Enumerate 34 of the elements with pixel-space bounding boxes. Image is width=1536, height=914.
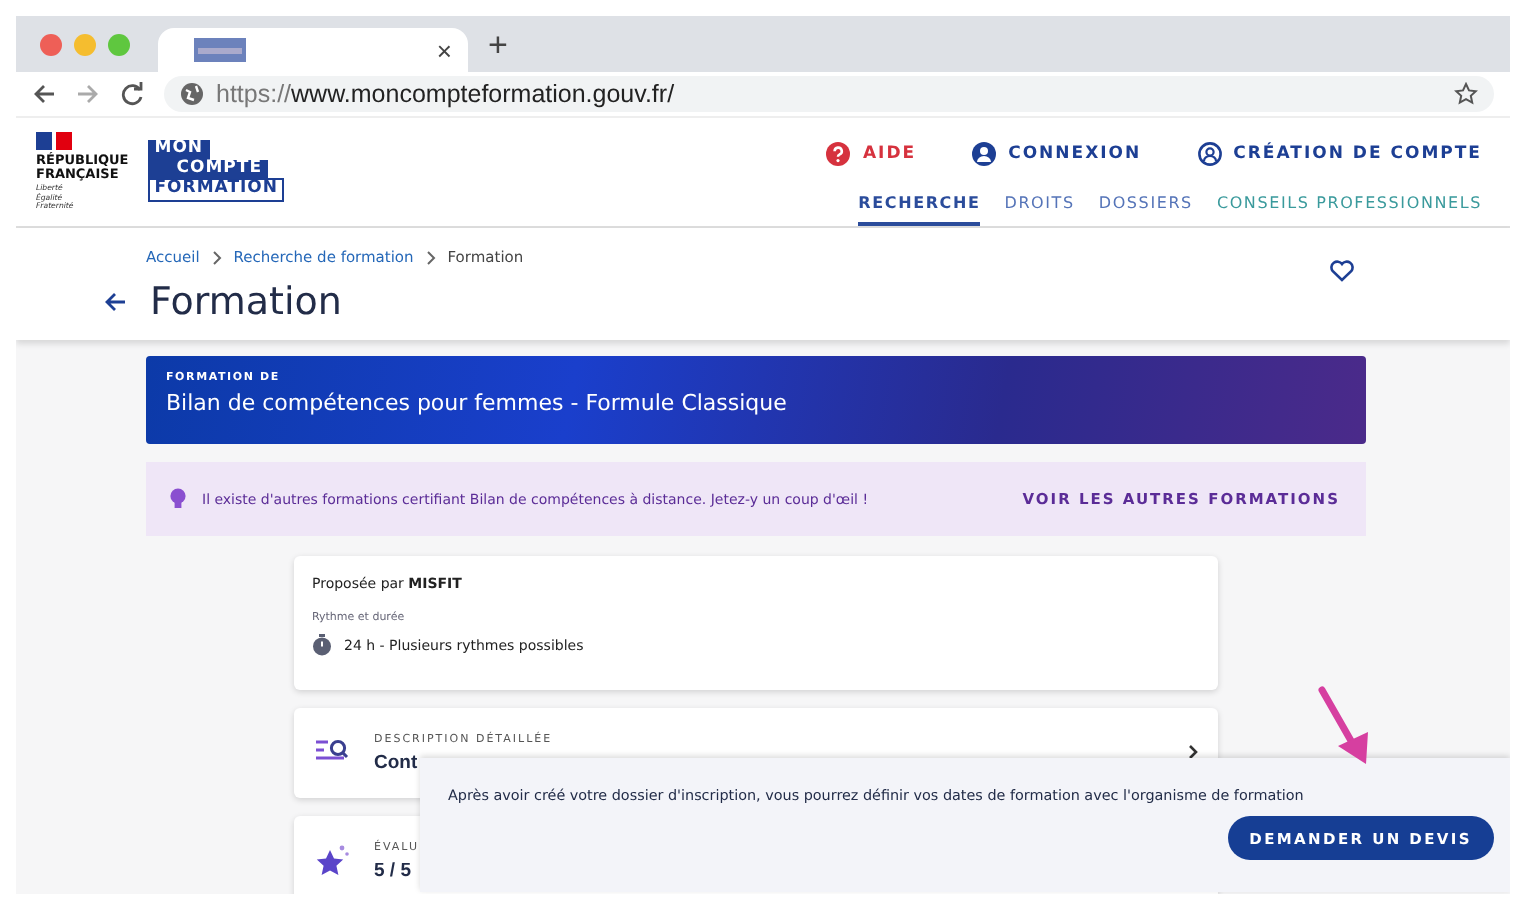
- address-bar[interactable]: https://www.moncompteformation.gouv.fr/: [164, 76, 1494, 112]
- banner-title: Bilan de compétences pour femmes - Formule Classique: [166, 390, 789, 416]
- favicon-icon: [194, 38, 246, 62]
- window-close-icon[interactable]: [40, 33, 62, 55]
- section-value: Cont: [374, 751, 420, 773]
- marianne-flag-icon: [36, 132, 72, 150]
- annotation-arrow-icon: [1316, 686, 1372, 770]
- create-account-link[interactable]: CRÉATION DE COMPTE: [1197, 142, 1482, 166]
- chevron-right-icon: [425, 249, 436, 265]
- stopwatch-icon: [312, 634, 332, 656]
- url-host: www.moncompteformation.gouv.fr/: [291, 80, 675, 108]
- star-icon: [314, 844, 350, 878]
- help-icon: [826, 142, 851, 166]
- back-arrow-icon[interactable]: [104, 292, 126, 312]
- reload-icon[interactable]: [120, 82, 144, 106]
- brand-logo[interactable]: MON COMPTE FORMATION: [148, 140, 285, 226]
- user-circle-icon: [1197, 142, 1222, 166]
- new-tab-button[interactable]: +: [488, 26, 508, 66]
- nav-tab[interactable]: DOSSIERS: [1098, 194, 1193, 226]
- heart-icon[interactable]: [1330, 260, 1354, 282]
- browser-tab[interactable]: ×: [158, 28, 468, 72]
- page-title: Formation: [150, 280, 342, 324]
- user-icon: [972, 142, 997, 166]
- tab-close-button[interactable]: ×: [436, 35, 452, 65]
- chevron-right-icon: [211, 249, 222, 265]
- login-link[interactable]: CONNEXION: [972, 142, 1142, 166]
- lightbulb-icon: [170, 487, 186, 511]
- section-value: 5 / 5: [374, 859, 413, 881]
- url-scheme: https://: [216, 80, 292, 108]
- nav-tab[interactable]: DROITS: [1004, 194, 1075, 226]
- bookmark-star-icon[interactable]: [1454, 82, 1478, 106]
- help-link[interactable]: AIDE: [826, 142, 917, 166]
- globe-icon: [180, 82, 204, 106]
- back-icon[interactable]: [32, 82, 56, 106]
